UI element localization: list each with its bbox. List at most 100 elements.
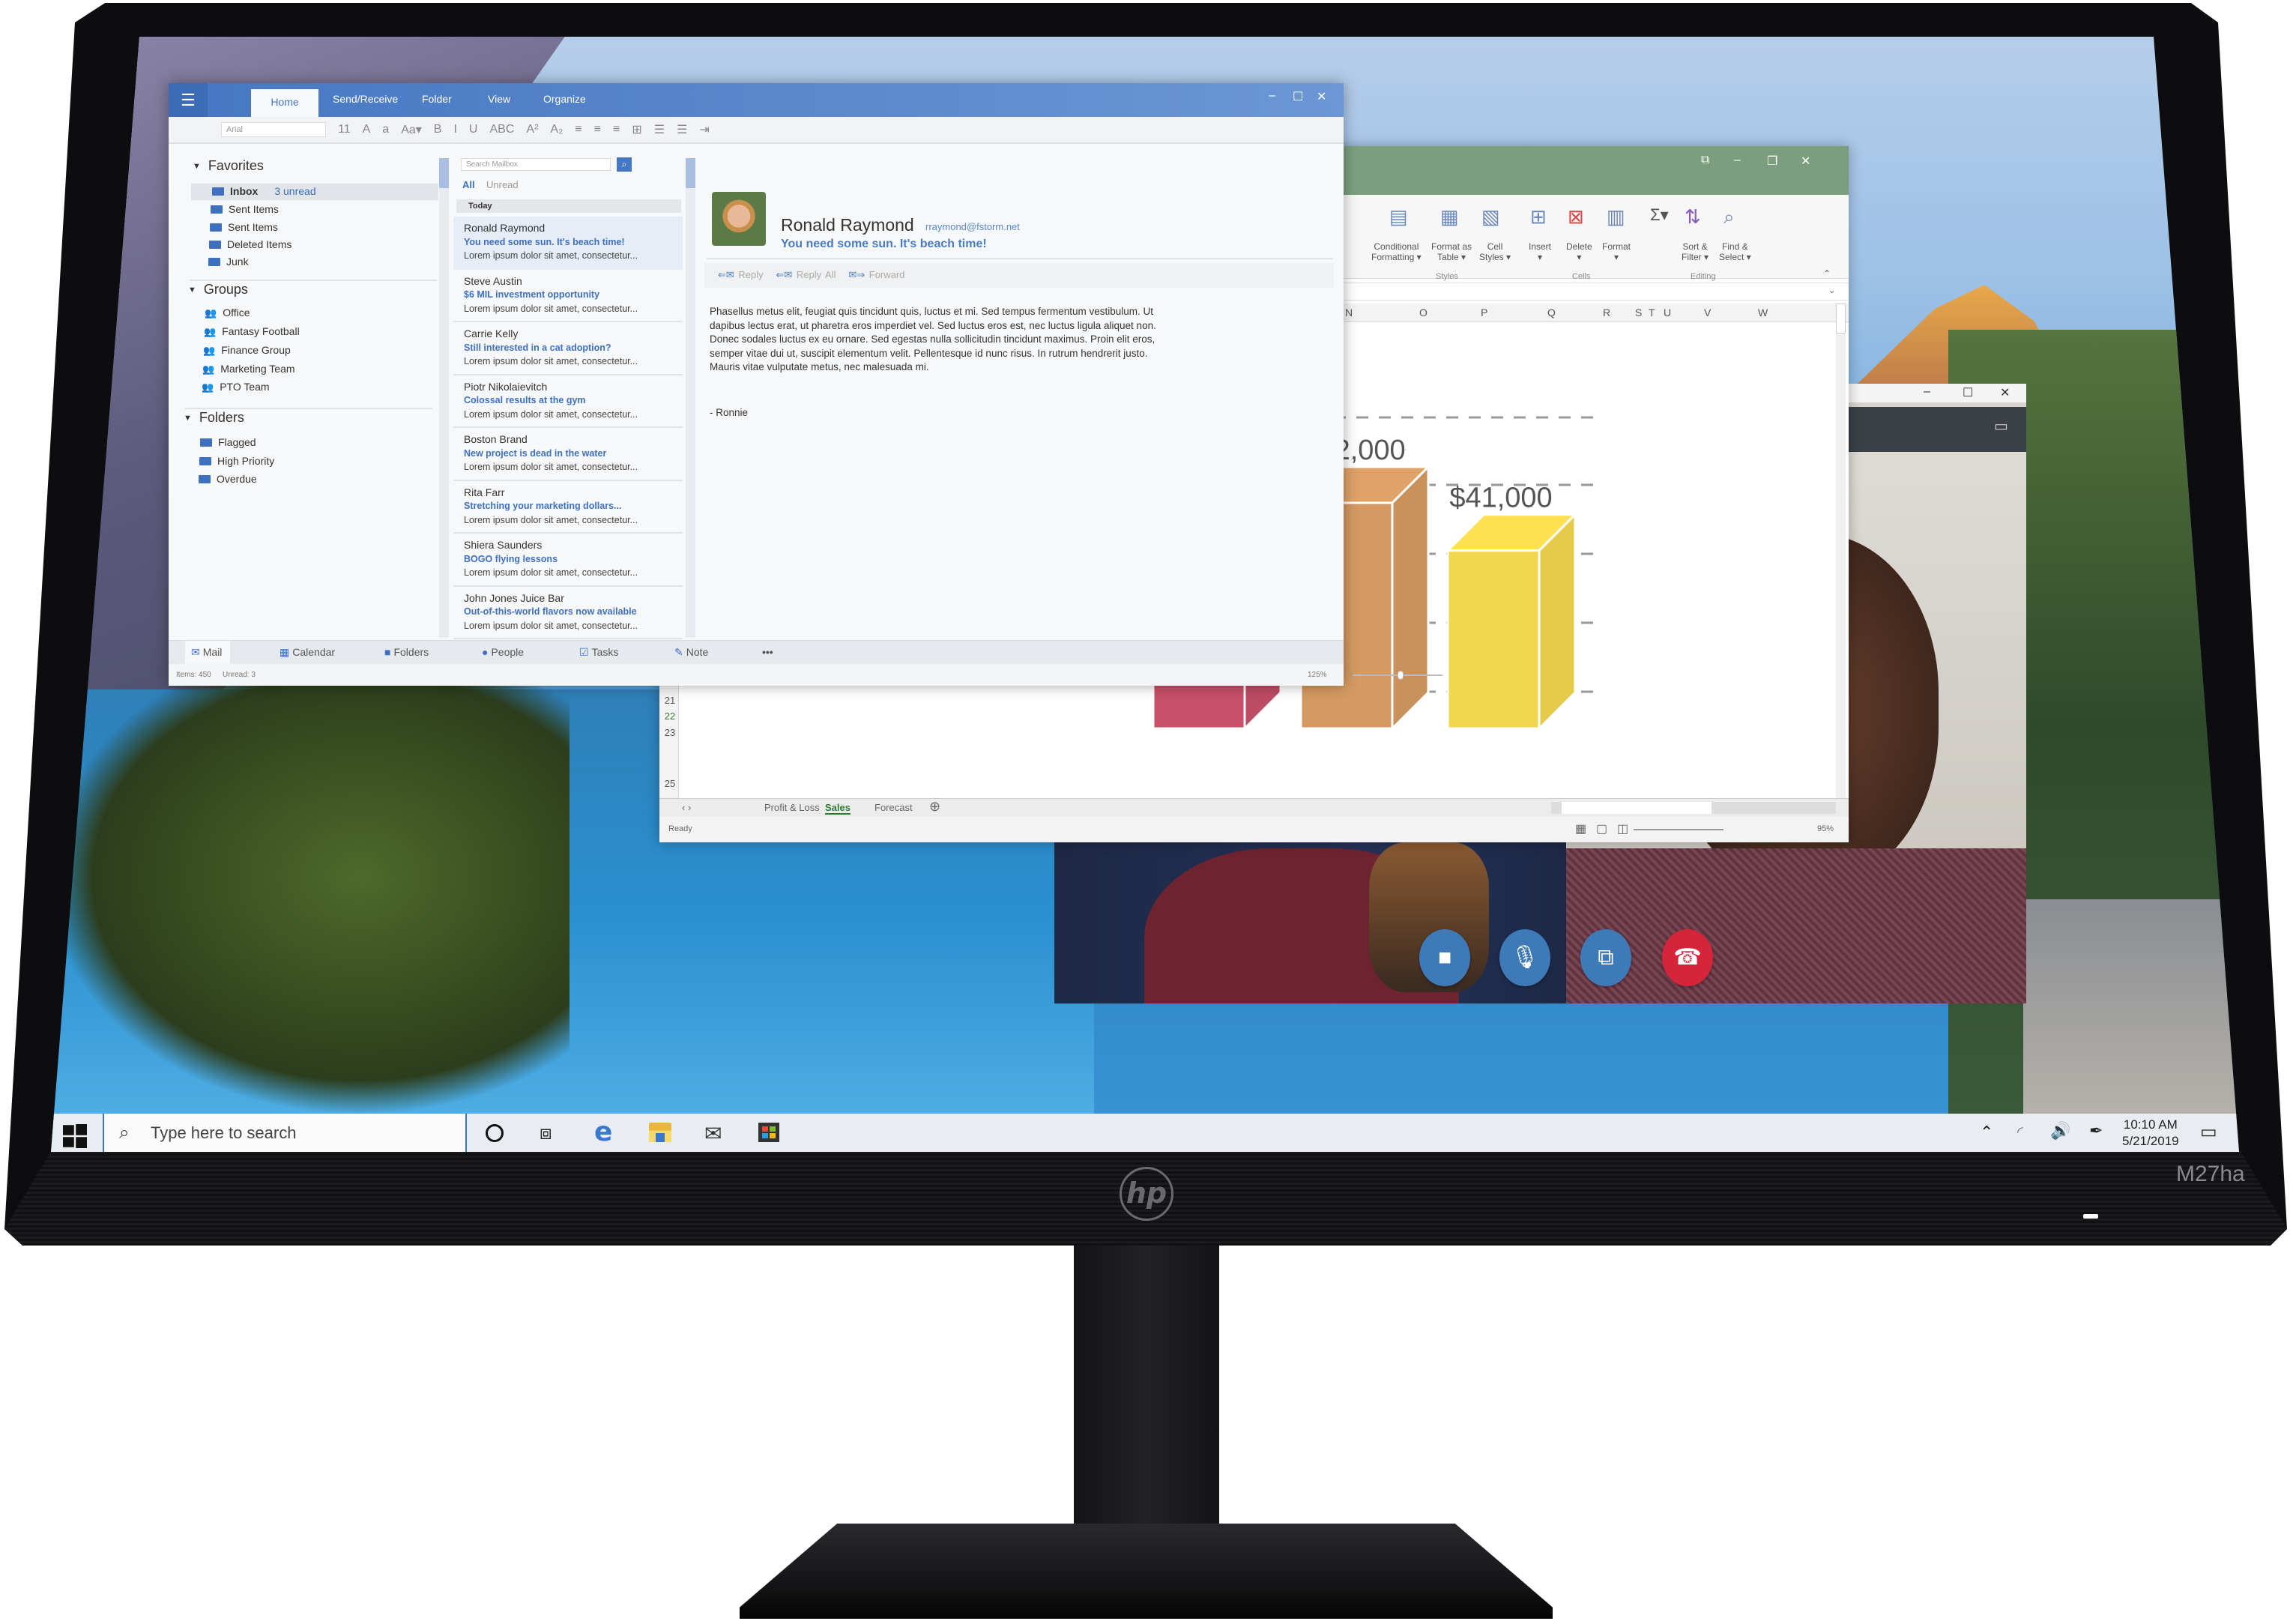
- show-hidden-icons[interactable]: ⌃: [1980, 1123, 2004, 1147]
- nav-tasks[interactable]: ☑ Tasks: [579, 646, 618, 659]
- message-list-item[interactable]: Boston Brand New project is dead in the w…: [453, 428, 683, 481]
- toolbar-button[interactable]: I: [453, 123, 456, 136]
- inbox-label: Inbox: [230, 185, 259, 197]
- message-subject: BOGO flying lessons: [464, 553, 558, 564]
- cortana-icon[interactable]: [486, 1124, 504, 1142]
- sidebar-item-deleted-items[interactable]: Deleted Items: [209, 238, 291, 250]
- sidebar-scrollbar[interactable]: [439, 158, 449, 638]
- toolbar-button[interactable]: U: [469, 123, 478, 136]
- tasks-icon: ☑: [579, 646, 589, 658]
- filter-all[interactable]: All: [462, 179, 475, 190]
- message-list-item[interactable]: Rita Farr Stretching your marketing dolla…: [453, 481, 683, 534]
- toolbar-button[interactable]: Aa▾: [401, 122, 422, 137]
- tab-organize[interactable]: Organize: [543, 93, 586, 105]
- groups-header[interactable]: Groups: [188, 282, 248, 298]
- reply-all-button[interactable]: ⇐✉ Reply All: [776, 269, 836, 280]
- group-icon: 👥: [204, 326, 217, 337]
- message-list-item[interactable]: Carrie Kelly Still interested in a cat ad…: [453, 322, 683, 375]
- reply-label: Reply: [738, 269, 764, 280]
- favorites-header[interactable]: Favorites: [193, 158, 264, 174]
- message-list-item[interactable]: Piotr Nikolaievitch Colossal results at t…: [453, 375, 683, 428]
- clock[interactable]: 10:10 AM 5/21/2019: [2122, 1117, 2179, 1150]
- toolbar-button[interactable]: ☰: [677, 122, 687, 137]
- message-list-scrollbar[interactable]: [686, 158, 695, 638]
- edge-browser-icon[interactable]: e: [594, 1117, 618, 1147]
- nav-mail[interactable]: ✉ Mail: [191, 646, 222, 659]
- toolbar-button[interactable]: ☰: [654, 122, 665, 137]
- clock-date: 5/21/2019: [2122, 1134, 2179, 1148]
- toolbar-button[interactable]: ⇥: [699, 122, 709, 137]
- message-list-item[interactable]: John Jones Juice Bar Out-of-this-world fl…: [453, 587, 683, 639]
- outlook-close-button[interactable]: ✕: [1317, 89, 1326, 104]
- forward-label: Forward: [868, 269, 905, 280]
- message-preview: Lorem ipsum dolor sit amet, consectetur.…: [464, 356, 638, 366]
- sidebar-group-fantasy-football[interactable]: 👥 Fantasy Football: [204, 325, 300, 338]
- windows-start-icon[interactable]: [63, 1124, 87, 1148]
- message-list-item[interactable]: Shiera Saunders BOGO flying lessons Lorem …: [453, 534, 683, 587]
- tab-send-receive[interactable]: Send/Receive: [333, 93, 398, 105]
- clock-time: 10:10 AM: [2123, 1117, 2178, 1132]
- outlook-bottom-nav: ✉ Mail ▦ Calendar ■ Folders ● People ☑ Tasks …: [169, 640, 1344, 665]
- search-button[interactable]: ⌕: [617, 157, 632, 172]
- search-mailbox-input[interactable]: Search Mailbox: [461, 158, 611, 171]
- filter-unread[interactable]: Unread: [486, 179, 519, 190]
- outlook-maximize-button[interactable]: ☐: [1293, 89, 1303, 104]
- tab-home[interactable]: Home: [251, 89, 318, 117]
- reply-button[interactable]: ⇐✉ Reply: [718, 269, 764, 280]
- toolbar-button[interactable]: ≡: [575, 123, 581, 136]
- sidebar-item-junk[interactable]: Junk: [208, 256, 249, 268]
- sidebar-item-sent-items[interactable]: Sent Items: [211, 203, 279, 215]
- item-label: Junk: [226, 256, 249, 268]
- toolbar-button[interactable]: B: [434, 123, 442, 136]
- group-icon: 👥: [202, 363, 215, 375]
- search-placeholder: Type here to search: [151, 1123, 297, 1142]
- message-list-item[interactable]: Steve Austin $6 MIL investment opportunit…: [453, 270, 683, 322]
- reading-sender-email[interactable]: rraymond@fstorm.net: [925, 221, 1020, 232]
- tab-view[interactable]: View: [488, 93, 510, 105]
- nav-calendar[interactable]: ▦ Calendar: [280, 646, 335, 659]
- nav-more[interactable]: •••: [762, 646, 773, 658]
- sidebar-group-marketing-team[interactable]: 👥 Marketing Team: [202, 363, 295, 375]
- nav-note[interactable]: ✎ Note: [674, 646, 708, 659]
- mail-icon: ✉: [191, 646, 200, 658]
- task-view-icon[interactable]: ⧈: [540, 1121, 564, 1145]
- toolbar-button[interactable]: ≡: [613, 123, 620, 136]
- nav-people[interactable]: ● People: [482, 646, 524, 658]
- sidebar-folder-overdue[interactable]: Overdue: [199, 473, 257, 485]
- wifi-icon[interactable]: ◜: [2017, 1123, 2041, 1147]
- sidebar-group-office[interactable]: 👥 Office: [205, 307, 250, 319]
- toolbar-button[interactable]: ABC: [489, 123, 514, 136]
- toolbar-button[interactable]: A: [363, 123, 371, 136]
- sidebar-group-pto-team[interactable]: 👥 PTO Team: [202, 381, 270, 393]
- volume-icon[interactable]: 🔊: [2050, 1121, 2074, 1145]
- tab-folder[interactable]: Folder: [422, 93, 452, 105]
- sidebar-folder-flagged[interactable]: Flagged: [200, 436, 256, 448]
- sidebar-item-sent-items-2[interactable]: Sent Items: [210, 221, 278, 233]
- folders-header[interactable]: Folders: [184, 410, 244, 426]
- toolbar-button[interactable]: ⊞: [632, 122, 641, 137]
- sidebar-group-finance-group[interactable]: 👥 Finance Group: [203, 344, 291, 357]
- font-size-select[interactable]: 11: [338, 123, 351, 136]
- toolbar-button[interactable]: ≡: [594, 123, 601, 136]
- pen-icon[interactable]: ✒: [2089, 1121, 2113, 1145]
- sidebar-folder-high-priority[interactable]: High Priority: [199, 455, 274, 467]
- outlook-window[interactable]: ☰ Home Send/Receive Folder View Organize…: [169, 83, 1442, 686]
- outlook-minimize-button[interactable]: –: [1269, 89, 1275, 103]
- message-list-item[interactable]: Ronald Raymond You need some sun. It's be…: [453, 217, 683, 270]
- mail-app-icon[interactable]: ✉: [704, 1121, 728, 1145]
- store-icon[interactable]: [758, 1123, 779, 1142]
- toolbar-button[interactable]: a: [382, 123, 389, 136]
- outlook-zoom-slider[interactable]: [1353, 671, 1442, 680]
- forward-button[interactable]: ✉⇒ Forward: [848, 269, 904, 280]
- toolbar-button[interactable]: A₂: [550, 123, 563, 136]
- toolbar-button[interactable]: A²: [526, 123, 538, 136]
- file-explorer-icon[interactable]: [649, 1123, 671, 1142]
- message-preview: Lorem ipsum dolor sit amet, consectetur.…: [464, 462, 638, 472]
- taskbar-search-box[interactable]: ⌕ Type here to search: [103, 1114, 467, 1152]
- nav-folders[interactable]: ■ Folders: [384, 646, 429, 658]
- sidebar-item-inbox[interactable]: Inbox 3 unread: [212, 185, 316, 197]
- notification-center-icon[interactable]: ▭: [2200, 1121, 2224, 1145]
- font-select[interactable]: Arial: [221, 122, 326, 137]
- hamburger-menu-icon[interactable]: ☰: [169, 83, 208, 117]
- outlook-titlebar: ☰ Home Send/Receive Folder View Organize…: [169, 83, 1344, 117]
